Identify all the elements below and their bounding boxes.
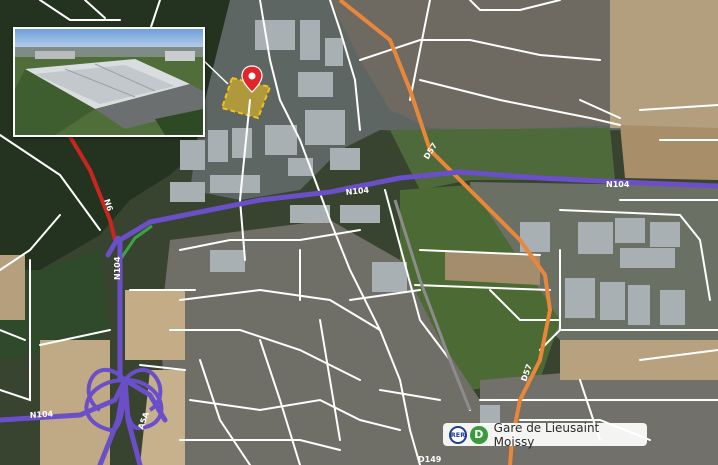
field-east xyxy=(620,125,718,180)
rer-logo-icon: RER xyxy=(449,425,467,444)
field-southwest xyxy=(40,340,110,465)
field-west-tan xyxy=(0,255,25,320)
aerial-photo-image xyxy=(15,29,203,135)
field-center-tan xyxy=(125,290,185,360)
aerial-map: N104 N104 N104 D57 D57 N6 N104 A5A D149 xyxy=(0,0,718,465)
site-aerial-photo[interactable] xyxy=(13,27,205,137)
station-label[interactable]: RER D Gare de Lieusaint Moissy xyxy=(443,420,647,449)
line-d-icon: D xyxy=(470,425,488,444)
label-n104-right: N104 xyxy=(606,180,630,189)
label-n104-vertical: N104 xyxy=(113,256,122,280)
field-northeast xyxy=(610,0,718,130)
label-n104-left: N104 xyxy=(30,409,54,420)
label-d149: D149 xyxy=(418,455,442,464)
station-name: Gare de Lieusaint Moissy xyxy=(493,420,600,449)
